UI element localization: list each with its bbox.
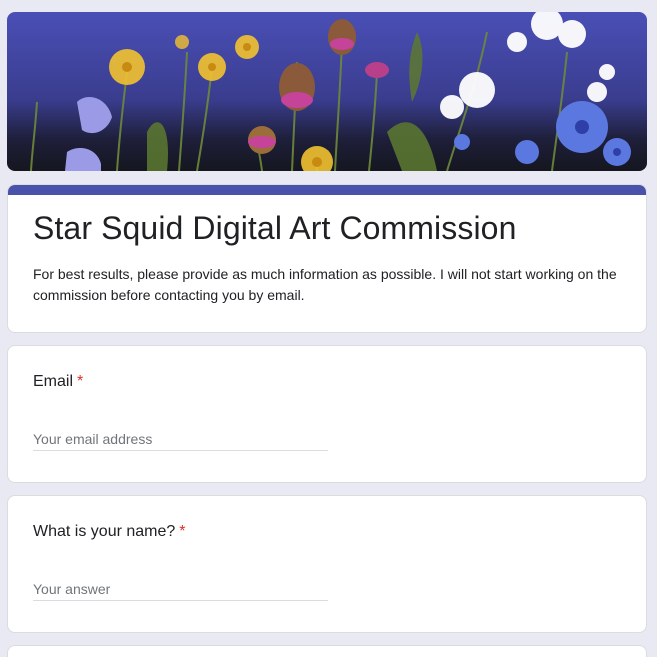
form-page: Star Squid Digital Art Commission For be…	[0, 0, 657, 657]
form-title: Star Squid Digital Art Commission	[33, 210, 517, 246]
form-header-card: Star Squid Digital Art Commission For be…	[7, 184, 647, 333]
question-title: Email *	[33, 373, 83, 391]
question-label: What is your name?	[33, 523, 176, 540]
header-banner-image	[7, 12, 647, 171]
form-description: For best results, please provide as much…	[33, 266, 617, 303]
question-card-name: What is your name? *	[7, 495, 647, 633]
question-card-email: Email *	[7, 345, 647, 483]
question-card-next	[7, 645, 647, 657]
name-input[interactable]	[33, 577, 328, 601]
flower-illustration-icon	[7, 12, 647, 171]
theme-accent-bar	[8, 185, 646, 195]
question-title: What is your name? *	[33, 523, 186, 541]
email-input[interactable]	[33, 427, 328, 451]
required-asterisk: *	[179, 523, 186, 540]
required-asterisk: *	[77, 373, 84, 390]
question-label: Email	[33, 373, 74, 390]
